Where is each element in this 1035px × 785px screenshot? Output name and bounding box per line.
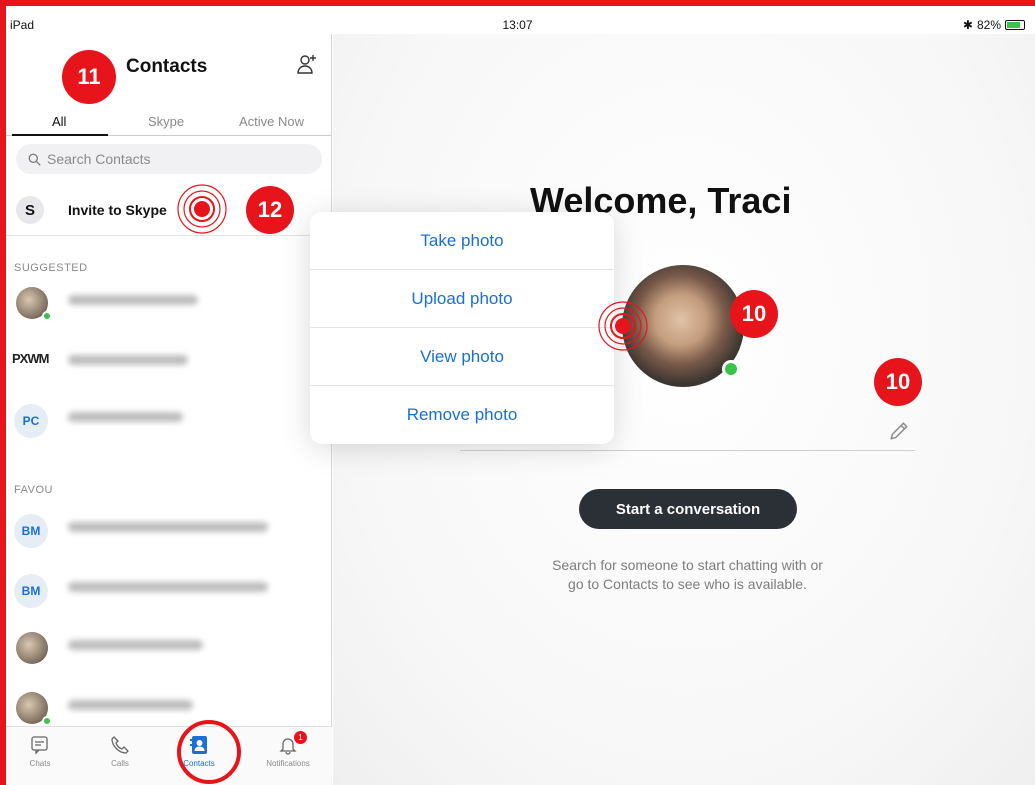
section-suggested: SUGGESTED	[14, 262, 88, 274]
tab-skype[interactable]: Skype	[148, 114, 184, 129]
contacts-highlight-ring	[177, 720, 241, 784]
add-contact-icon[interactable]	[295, 52, 319, 76]
contact-name-blurred	[68, 295, 198, 305]
phone-icon	[111, 736, 129, 754]
bottom-nav: Chats Calls Contacts 1 Notifications	[6, 726, 332, 785]
tap-indicator-icon	[598, 301, 648, 351]
contact-row[interactable]: PC	[6, 396, 332, 452]
contact-tabs: All Skype Active Now	[6, 114, 332, 136]
contact-row[interactable]: BM	[6, 566, 332, 622]
view-photo-item[interactable]: View photo	[310, 328, 614, 386]
battery-status: ✱ 82%	[963, 18, 1025, 32]
search-placeholder: Search Contacts	[47, 151, 151, 167]
battery-percent: 82%	[976, 18, 1001, 32]
avatar: PXWM	[12, 351, 49, 366]
contact-name-blurred	[68, 582, 268, 592]
contact-name-blurred	[68, 355, 188, 365]
hint-line-2: go to Contacts to see who is available.	[568, 576, 807, 592]
annotation-marker-10: 10	[874, 358, 922, 406]
contact-name-blurred	[68, 640, 203, 650]
contact-row[interactable]	[6, 279, 332, 335]
nav-notifications-label: Notifications	[266, 759, 310, 768]
nav-chats[interactable]: Chats	[10, 735, 70, 768]
chat-icon	[31, 736, 48, 755]
avatar: BM	[14, 514, 48, 548]
search-icon	[28, 153, 41, 166]
skype-logo-icon: S	[16, 196, 44, 224]
tap-indicator-icon	[177, 184, 227, 234]
edit-pencil-icon[interactable]	[888, 420, 910, 442]
online-indicator	[722, 360, 740, 378]
invite-label: Invite to Skype	[68, 202, 167, 218]
status-bar: iPad 13:07 ✱ 82%	[0, 6, 1035, 34]
contact-name-blurred	[68, 700, 193, 710]
avatar	[16, 632, 48, 664]
nav-chats-label: Chats	[29, 759, 51, 768]
upload-photo-item[interactable]: Upload photo	[310, 270, 614, 328]
annotation-marker-12: 12	[246, 186, 294, 234]
remove-photo-item[interactable]: Remove photo	[310, 386, 614, 444]
page-title: Contacts	[126, 56, 208, 77]
annotation-marker-11: 11	[62, 50, 116, 104]
avatar: PC	[14, 404, 48, 438]
tab-active-now[interactable]: Active Now	[239, 114, 304, 129]
nav-calls-label: Calls	[111, 759, 129, 768]
search-input[interactable]: Search Contacts	[16, 144, 322, 174]
take-photo-item[interactable]: Take photo	[310, 212, 614, 270]
contact-row[interactable]: PXWM	[6, 339, 332, 395]
battery-icon	[1005, 20, 1025, 30]
contacts-sidebar: Contacts All Skype Active Now Search Con…	[6, 34, 332, 785]
notification-badge: 1	[294, 731, 307, 744]
section-favourites: FAVOU	[14, 484, 53, 496]
photo-options-menu: Take photo Upload photo View photo Remov…	[310, 212, 614, 444]
nav-notifications[interactable]: 1 Notifications	[258, 731, 318, 768]
hint-text: Search for someone to start chatting wit…	[460, 556, 915, 594]
online-indicator	[42, 716, 52, 726]
online-indicator	[42, 311, 52, 321]
tab-all[interactable]: All	[52, 114, 66, 129]
annotation-marker-10: 10	[730, 290, 778, 338]
clock: 13:07	[502, 18, 533, 32]
avatar: BM	[14, 574, 48, 608]
start-conversation-button[interactable]: Start a conversation	[579, 489, 797, 529]
contact-name-blurred	[68, 412, 183, 422]
contact-row[interactable]	[6, 624, 332, 680]
nav-calls[interactable]: Calls	[90, 735, 150, 768]
status-message-field[interactable]	[460, 450, 915, 451]
active-tab-indicator	[12, 134, 108, 136]
contact-row[interactable]: BM	[6, 506, 332, 562]
hint-line-1: Search for someone to start chatting wit…	[552, 557, 823, 573]
contact-name-blurred	[68, 522, 268, 532]
bluetooth-icon: ✱	[962, 18, 973, 32]
